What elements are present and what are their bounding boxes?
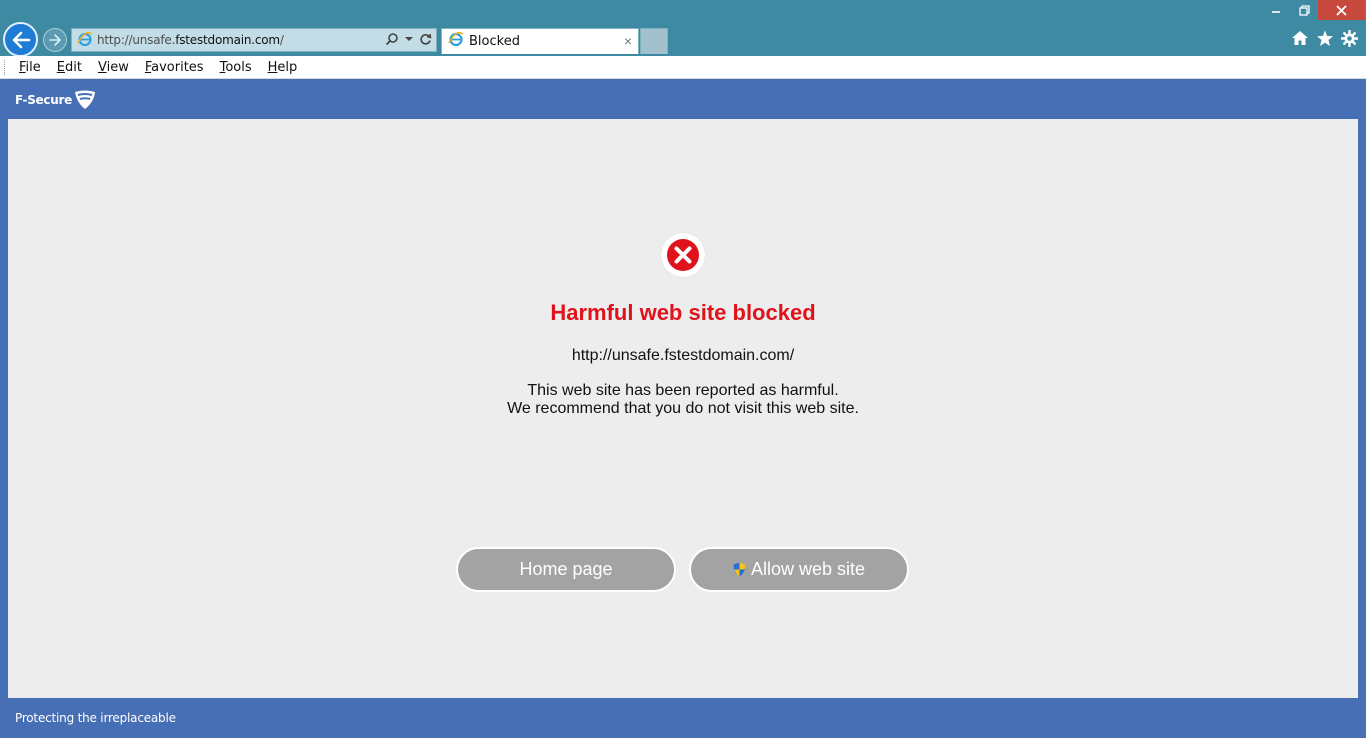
tab-close-icon[interactable]: ×: [624, 33, 632, 49]
fsecure-logo: F-Secure: [15, 90, 96, 110]
gear-icon[interactable]: [1341, 30, 1358, 47]
warning-line-2: We recommend that you do not visit this …: [507, 400, 859, 417]
close-icon: [1336, 4, 1347, 16]
uac-shield-icon: [733, 562, 746, 577]
blocked-url: http://unsafe.fstestdomain.com/: [571, 347, 795, 364]
back-arrow-icon: [12, 31, 30, 48]
fsecure-header: F-Secure: [0, 79, 1366, 119]
forward-button[interactable]: [43, 28, 67, 52]
tab-blocked[interactable]: Blocked ×: [441, 28, 639, 54]
home-page-label: Home page: [519, 559, 613, 579]
menu-favorites[interactable]: Favorites: [145, 60, 204, 75]
address-bar[interactable]: http://unsafe.fstestdomain.com/: [71, 28, 437, 52]
tagline: Protecting the irreplaceable: [15, 711, 176, 725]
brand-name: F-Secure: [15, 93, 72, 107]
warning-message: This web site has been reported as harmf…: [8, 382, 1358, 418]
home-page-button[interactable]: Home page: [456, 547, 676, 592]
new-tab-button[interactable]: [640, 28, 668, 54]
restore-icon: [1298, 4, 1310, 16]
dropdown-arrow-icon[interactable]: [405, 36, 413, 42]
ie-favicon-icon: [448, 31, 464, 52]
menu-file[interactable]: File: [19, 60, 41, 75]
forward-arrow-icon: [49, 34, 61, 46]
menu-view[interactable]: View: [98, 60, 129, 75]
menu-grip: [4, 60, 6, 75]
close-window-button[interactable]: [1318, 0, 1365, 20]
minimize-button[interactable]: [1263, 0, 1289, 20]
browser-title-bar: http://unsafe.fstestdomain.com/ Blocked …: [0, 0, 1366, 57]
fsecure-footer: Protecting the irreplaceable: [0, 698, 1366, 738]
block-page-content: Harmful web site blocked http://unsafe.f…: [8, 119, 1358, 698]
page-title: Harmful web site blocked: [550, 300, 816, 325]
warning-line-1: This web site has been reported as harmf…: [527, 382, 839, 399]
restore-button[interactable]: [1291, 0, 1317, 20]
minimize-icon: [1272, 11, 1280, 13]
allow-web-site-label: Allow web site: [750, 559, 866, 579]
favorites-star-icon[interactable]: [1316, 30, 1334, 47]
error-icon: [661, 233, 705, 277]
fsecure-shield-icon: [74, 90, 95, 109]
allow-web-site-button[interactable]: Allow web site: [689, 547, 909, 592]
search-icon[interactable]: [385, 32, 399, 46]
back-button[interactable]: [3, 22, 38, 57]
tab-label: Blocked: [469, 34, 520, 49]
home-icon[interactable]: [1291, 30, 1309, 46]
ie-favicon-icon: [77, 31, 93, 50]
address-url: http://unsafe.fstestdomain.com/: [97, 33, 284, 47]
menu-tools[interactable]: Tools: [220, 60, 252, 75]
menu-bar: File Edit View Favorites Tools Help: [0, 56, 1366, 79]
menu-edit[interactable]: Edit: [57, 60, 82, 75]
refresh-icon[interactable]: [419, 33, 432, 46]
menu-help[interactable]: Help: [268, 60, 298, 75]
